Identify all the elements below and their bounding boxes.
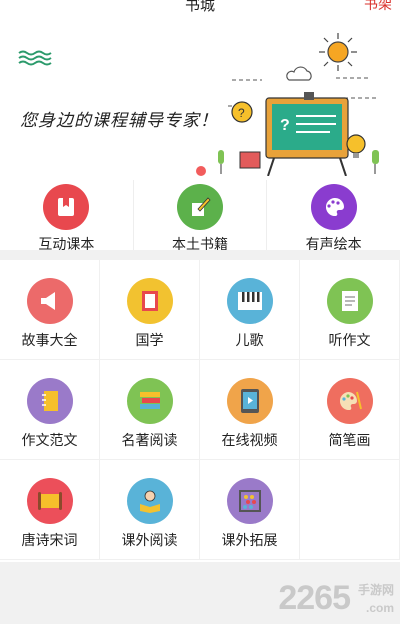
chalkboard-icon: ? ? (218, 92, 379, 176)
grid-item-sketch[interactable]: 简笔画 (300, 360, 400, 460)
promo-banner[interactable]: ? ? 您身边的课程辅导专家！ (0, 14, 400, 180)
grid-item-label: 在线视频 (221, 433, 278, 449)
paint-palette-icon (326, 378, 373, 424)
watermark: 2265 手游网 .com (278, 579, 394, 618)
grid-item-nursery-rhymes[interactable]: 儿歌 (200, 260, 300, 360)
reading-kid-icon (126, 478, 173, 524)
grid-item-listen-composition[interactable]: 听作文 (300, 260, 400, 360)
primary-categories: 互动课本 本土书籍 有声绘本 (0, 180, 400, 253)
book-icon (126, 278, 173, 324)
grid-item-label: 作文范文 (21, 433, 78, 449)
watermark-suffix-bottom: .com (365, 601, 394, 615)
tablet-play-icon (226, 378, 273, 424)
category-interactive-textbook[interactable]: 互动课本 (0, 180, 133, 253)
bottom-area: 2265 手游网 .com (0, 562, 400, 624)
page-title: 书城 (184, 0, 215, 14)
book-stack-icon (126, 378, 173, 424)
grid-empty-cell (300, 460, 400, 560)
grid-item-sinology[interactable]: 国学 (100, 260, 200, 360)
svg-text:?: ? (280, 117, 290, 134)
banner-slogan: 您身边的课程辅导专家！ (20, 111, 218, 131)
grid-item-online-video[interactable]: 在线视频 (200, 360, 300, 460)
grid-item-tang-song-poetry[interactable]: 唐诗宋词 (0, 460, 100, 560)
grid-item-label: 儿歌 (235, 333, 264, 349)
grid-item-label: 简笔画 (328, 433, 371, 449)
grid-item-label: 名著阅读 (121, 433, 178, 449)
grid-item-label: 唐诗宋词 (21, 533, 78, 549)
svg-text:?: ? (238, 106, 245, 120)
notebook-icon (26, 378, 73, 424)
category-grid: 故事大全 国学 儿歌 听作文 作文范文 名著阅读 在线视频 简笔画 唐诗宋词 课… (0, 260, 400, 562)
bookmark-book-icon (43, 184, 90, 230)
abacus-icon (226, 478, 273, 524)
grid-item-extracurricular-reading[interactable]: 课外阅读 (100, 460, 200, 560)
pen-paper-icon (177, 184, 223, 230)
megaphone-icon (26, 278, 73, 324)
grid-item-label: 国学 (135, 333, 164, 349)
scroll-icon (26, 478, 73, 524)
watermark-brand: 2265 (278, 579, 351, 617)
grid-item-label: 课外阅读 (121, 533, 178, 549)
grid-item-model-essays[interactable]: 作文范文 (0, 360, 100, 460)
section-divider (0, 250, 400, 260)
grid-item-label: 听作文 (328, 333, 371, 349)
category-local-books[interactable]: 本土书籍 (132, 180, 267, 253)
piano-icon (226, 278, 273, 324)
top-bar: 书城 书架 (0, 0, 400, 14)
document-icon (326, 278, 373, 324)
palette-icon (310, 184, 357, 230)
bookshelf-link[interactable]: 书架 (364, 0, 392, 14)
watermark-suffix-top: 手游网 (357, 583, 394, 597)
grid-item-stories[interactable]: 故事大全 (0, 260, 100, 360)
grid-item-label: 课外拓展 (221, 533, 278, 549)
carousel-indicator[interactable] (196, 166, 206, 176)
grid-item-label: 故事大全 (21, 333, 78, 349)
grid-item-classics[interactable]: 名著阅读 (100, 360, 200, 460)
grid-item-extracurricular-expansion[interactable]: 课外拓展 (200, 460, 300, 560)
category-audio-picture-books[interactable]: 有声绘本 (266, 180, 400, 253)
